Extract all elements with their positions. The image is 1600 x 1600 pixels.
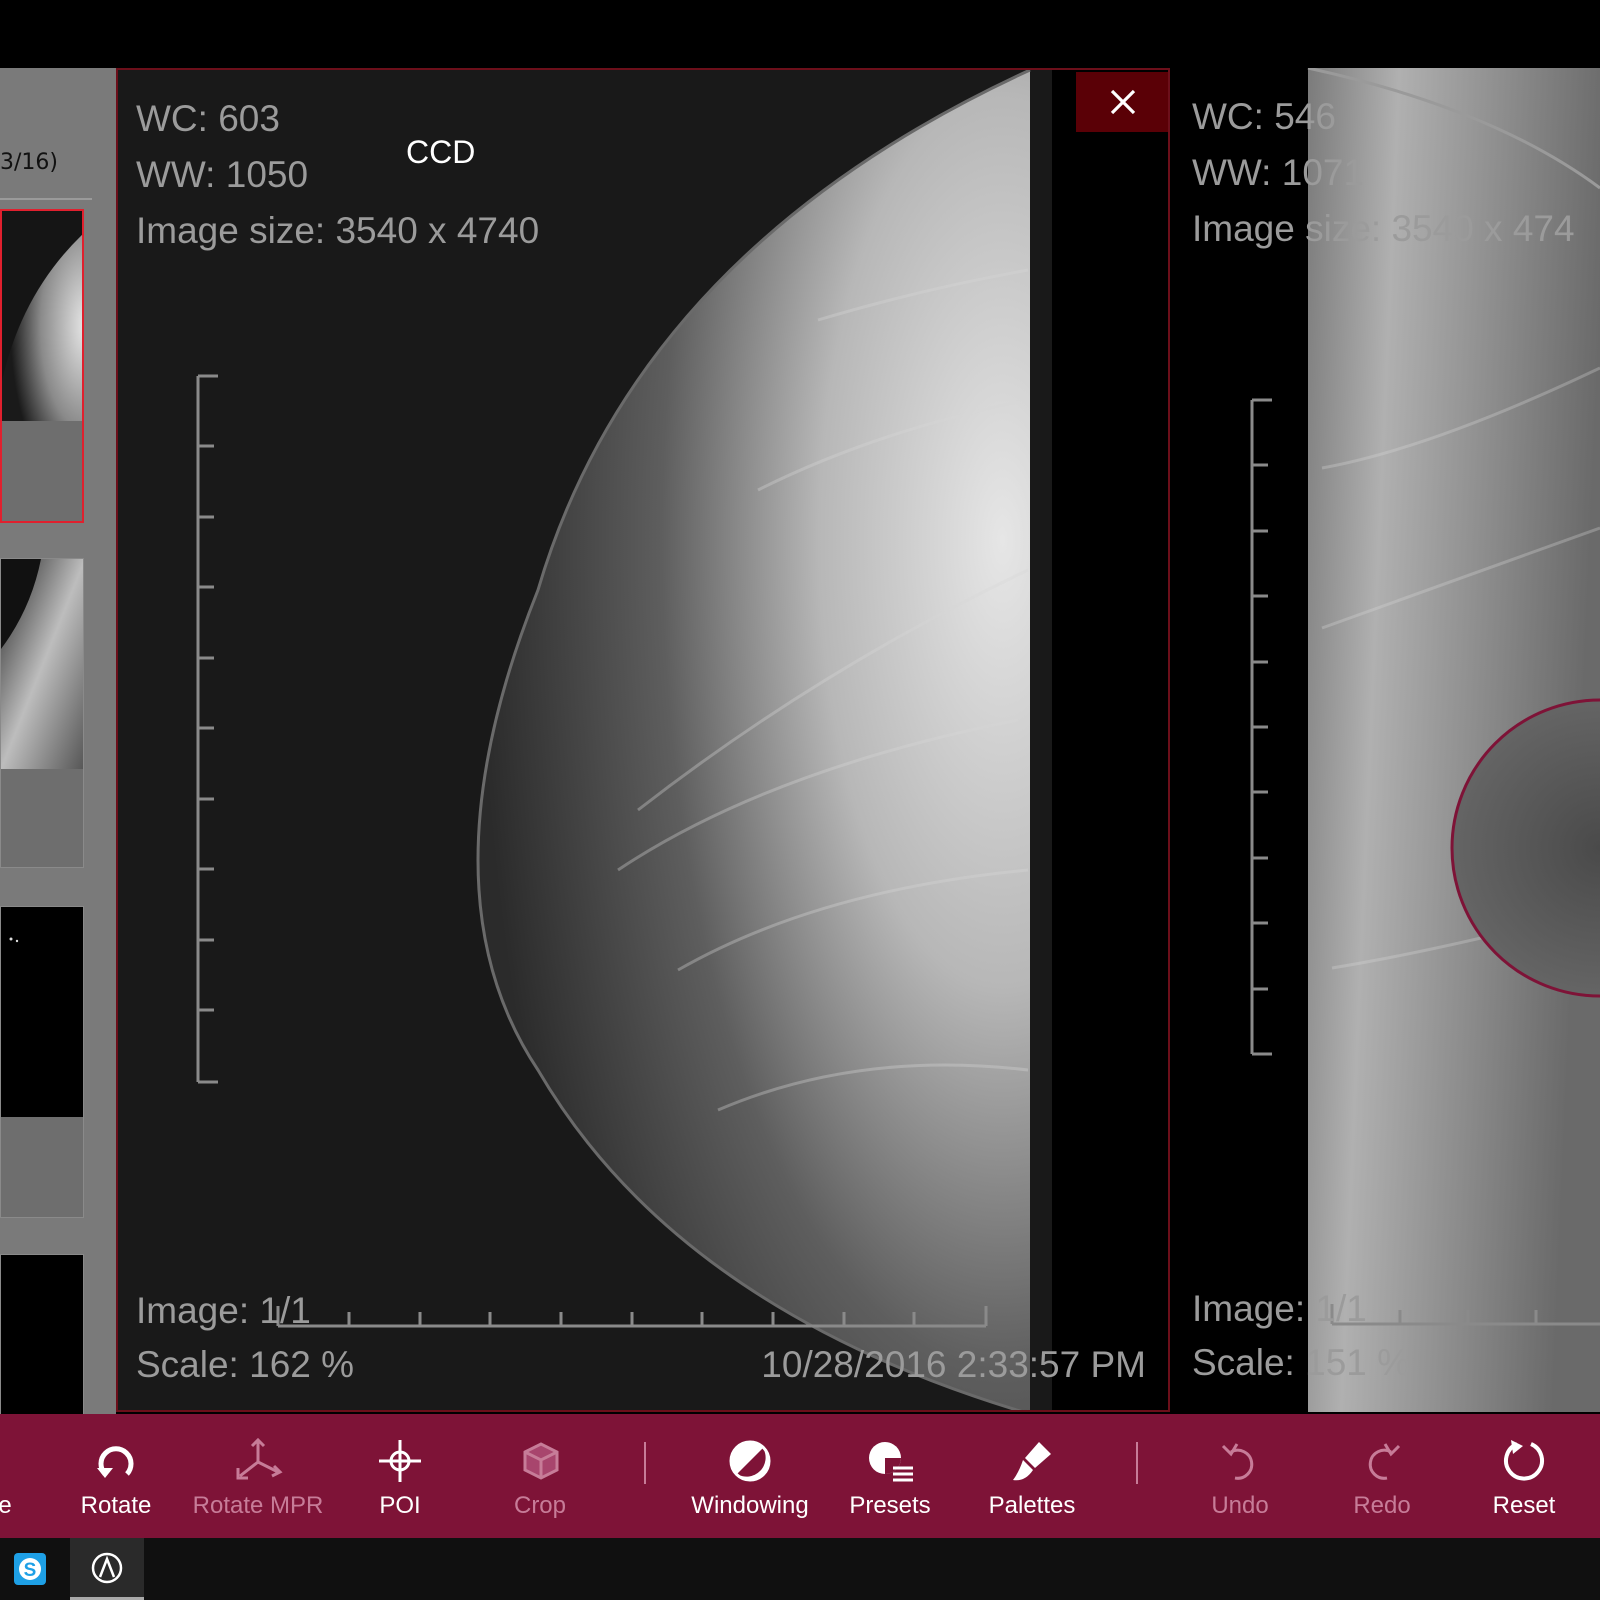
- palettes-button[interactable]: Palettes: [982, 1414, 1082, 1538]
- second-image-viewport[interactable]: WC: 546 WW: 1071 Image size: 3540 x 474 …: [1172, 68, 1600, 1412]
- series-thumbnail-panel: 3/16): [0, 68, 116, 1417]
- thumbnail-1[interactable]: [0, 209, 84, 523]
- taskbar-skype[interactable]: S: [0, 1538, 60, 1600]
- redo-icon: [1359, 1414, 1405, 1484]
- poi-button[interactable]: POI: [360, 1414, 440, 1538]
- thumbnail-4[interactable]: [0, 1254, 84, 1417]
- window-width: WW: 1071: [1192, 152, 1365, 193]
- panel-divider: [0, 198, 92, 200]
- acquisition-timestamp: 10/28/2016 2:33:57 PM: [761, 1344, 1146, 1385]
- toolbar-cut-off-item[interactable]: e: [0, 1414, 20, 1538]
- scale-readout: Scale: 151 %: [1192, 1342, 1411, 1383]
- crop-cube-icon: [517, 1414, 563, 1484]
- thumbnail-2[interactable]: [0, 558, 84, 868]
- mammogram-image: [118, 70, 1168, 1410]
- thumbnail-image: [1, 1255, 83, 1417]
- image-index: Image: 1/1: [1192, 1288, 1367, 1329]
- crop-button[interactable]: Crop: [500, 1414, 580, 1538]
- toolbar-separator: [1136, 1442, 1138, 1484]
- rotate-icon: [93, 1414, 139, 1484]
- window-width: WW: 1050: [136, 154, 309, 195]
- image-tools-toolbar: e Rotate Rotate MPR POI Crop Windowing P…: [0, 1414, 1600, 1538]
- os-taskbar: S: [0, 1538, 1600, 1600]
- mammogram-image-2: [1172, 68, 1600, 1412]
- rotate-mpr-icon: [232, 1414, 284, 1484]
- toolbar-separator: [644, 1442, 646, 1484]
- scale-readout: Scale: 162 %: [136, 1344, 355, 1385]
- thumbnail-image: [1, 907, 83, 1117]
- image-size: Image size: 3540 x 4740: [136, 210, 540, 251]
- undo-icon: [1217, 1414, 1263, 1484]
- palette-brush-icon: [1009, 1414, 1055, 1484]
- app-logo-icon: [91, 1552, 123, 1583]
- image-index: Image: 1/1: [136, 1290, 311, 1331]
- rotate-button[interactable]: Rotate: [66, 1414, 166, 1538]
- image-size: Image size: 3540 x 474: [1192, 208, 1575, 249]
- reset-icon: [1501, 1414, 1547, 1484]
- presets-button[interactable]: Presets: [840, 1414, 940, 1538]
- redo-button[interactable]: Redo: [1332, 1414, 1432, 1538]
- series-counter: 3/16): [0, 150, 58, 175]
- main-image-viewport[interactable]: WC: 603 WW: 1050 Image size: 3540 x 4740…: [116, 68, 1170, 1412]
- crosshair-icon: [377, 1414, 423, 1484]
- image-padding-strip: [1052, 70, 1168, 1410]
- windowing-button[interactable]: Windowing: [680, 1414, 820, 1538]
- windowing-icon: [727, 1414, 773, 1484]
- thumbnail-3[interactable]: [0, 906, 84, 1218]
- presets-icon: [865, 1414, 915, 1484]
- thumbnail-image: [2, 211, 82, 421]
- skype-icon: S: [14, 1553, 46, 1585]
- window-center: WC: 546: [1192, 96, 1336, 137]
- undo-button[interactable]: Undo: [1190, 1414, 1290, 1538]
- close-icon: [1110, 89, 1136, 115]
- rotate-mpr-button[interactable]: Rotate MPR: [188, 1414, 328, 1538]
- view-label: CCD: [406, 134, 476, 170]
- taskbar-viewer-app[interactable]: [70, 1538, 144, 1600]
- reset-button[interactable]: Reset: [1474, 1414, 1574, 1538]
- close-viewport-button[interactable]: [1076, 72, 1168, 132]
- svg-text:S: S: [24, 1560, 37, 1581]
- window-center: WC: 603: [136, 98, 280, 139]
- thumbnail-image: [1, 559, 83, 769]
